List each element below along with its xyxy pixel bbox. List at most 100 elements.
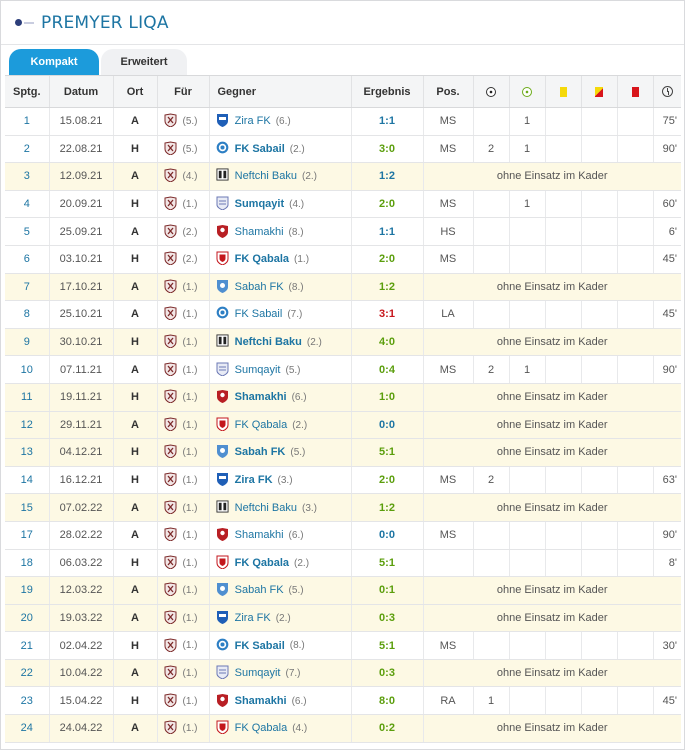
spieltag-cell[interactable]: 2 <box>5 135 49 164</box>
result-link[interactable]: 5:1 <box>379 557 395 569</box>
zira-crest-icon[interactable] <box>216 610 229 624</box>
col-fur[interactable]: Für <box>156 75 209 108</box>
spieltag-cell[interactable]: 13 <box>5 438 49 467</box>
qarabag-crest-icon[interactable] <box>164 444 177 459</box>
qarabag-crest-icon[interactable] <box>164 638 177 653</box>
qarabag-crest-icon[interactable] <box>164 527 177 542</box>
qabala-crest-icon[interactable] <box>216 555 229 570</box>
sumqayit-crest-icon[interactable] <box>216 196 229 211</box>
opponent-link[interactable]: FK Sabail <box>235 308 283 320</box>
qarabag-crest-icon[interactable] <box>164 555 177 570</box>
spieltag-cell[interactable]: 17 <box>5 521 49 550</box>
qarabag-crest-icon[interactable] <box>164 693 177 708</box>
spieltag-cell[interactable]: 22 <box>5 659 49 688</box>
spieltag-cell[interactable]: 8 <box>5 300 49 329</box>
qarabag-crest-icon[interactable] <box>164 334 177 349</box>
opponent-link[interactable]: Neftchi Baku <box>235 170 297 182</box>
spieltag-cell[interactable]: 15 <box>5 493 49 522</box>
shamakhi-crest-icon[interactable] <box>216 693 229 707</box>
qarabag-crest-icon[interactable] <box>164 196 177 211</box>
opponent-link[interactable]: Zira FK <box>235 474 273 486</box>
qarabag-crest-icon[interactable] <box>164 224 177 239</box>
result-link[interactable]: 3:0 <box>379 143 395 155</box>
qarabag-crest-icon[interactable] <box>164 362 177 377</box>
spieltag-cell[interactable]: 6 <box>5 245 49 274</box>
spieltag-cell[interactable]: 10 <box>5 355 49 384</box>
opponent-link[interactable]: Zira FK <box>235 612 271 624</box>
spieltag-cell[interactable]: 19 <box>5 576 49 605</box>
shamakhi-crest-icon[interactable] <box>216 224 229 238</box>
spieltag-cell[interactable]: 12 <box>5 411 49 440</box>
spieltag-cell[interactable]: 20 <box>5 604 49 633</box>
col-ort[interactable]: Ort <box>112 75 157 108</box>
qabala-crest-icon[interactable] <box>216 251 229 266</box>
result-link[interactable]: 0:2 <box>379 722 395 734</box>
spieltag-cell[interactable]: 1 <box>5 107 49 136</box>
result-link[interactable]: 5:1 <box>379 446 395 458</box>
result-link[interactable]: 0:4 <box>379 364 395 376</box>
qarabag-crest-icon[interactable] <box>164 472 177 487</box>
col-gelb[interactable] <box>544 75 581 108</box>
result-link[interactable]: 8:0 <box>379 695 395 707</box>
spieltag-cell[interactable]: 14 <box>5 466 49 495</box>
sabah-crest-icon[interactable] <box>216 582 229 597</box>
spieltag-cell[interactable]: 4 <box>5 190 49 219</box>
col-minuten[interactable] <box>652 75 681 108</box>
qarabag-crest-icon[interactable] <box>164 417 177 432</box>
spieltag-cell[interactable]: 5 <box>5 217 49 246</box>
result-link[interactable]: 1:2 <box>379 281 395 293</box>
col-gelbrot[interactable] <box>580 75 617 108</box>
sabah-crest-icon[interactable] <box>216 279 229 293</box>
spieltag-cell[interactable]: 9 <box>5 328 49 357</box>
result-link[interactable]: 2:0 <box>379 198 395 210</box>
opponent-link[interactable]: Neftchi Baku <box>235 502 297 514</box>
qarabag-crest-icon[interactable] <box>164 141 177 156</box>
qarabag-crest-icon[interactable] <box>164 582 177 597</box>
col-datum[interactable]: Datum <box>48 75 113 108</box>
opponent-link[interactable]: FK Qabala <box>235 419 288 431</box>
qarabag-crest-icon[interactable] <box>164 279 177 294</box>
result-link[interactable]: 0:3 <box>379 667 395 679</box>
opponent-link[interactable]: Sumqayit <box>235 198 285 210</box>
col-pos[interactable]: Pos. <box>422 75 473 108</box>
sumqayit-crest-icon[interactable] <box>216 665 229 680</box>
opponent-link[interactable]: Shamakhi <box>235 529 284 541</box>
spieltag-cell[interactable]: 21 <box>5 631 49 660</box>
result-link[interactable]: 0:0 <box>379 419 395 431</box>
opponent-link[interactable]: Shamakhi <box>235 391 287 403</box>
result-link[interactable]: 0:0 <box>379 529 395 541</box>
tab-kompakt[interactable]: Kompakt <box>9 49 99 75</box>
opponent-link[interactable]: Shamakhi <box>235 226 284 238</box>
qarabag-crest-icon[interactable] <box>164 665 177 680</box>
result-link[interactable]: 2:0 <box>379 253 395 265</box>
opponent-link[interactable]: Sumqayit <box>235 364 281 376</box>
col-tore[interactable] <box>472 75 509 108</box>
neftchi-crest-icon[interactable] <box>215 334 229 348</box>
qarabag-crest-icon[interactable] <box>164 389 177 404</box>
col-rot[interactable] <box>616 75 653 108</box>
tab-erweitert[interactable]: Erweitert <box>101 49 187 75</box>
sabail-crest-icon[interactable] <box>216 638 229 652</box>
result-link[interactable]: 0:3 <box>379 612 395 624</box>
sabah-crest-icon[interactable] <box>216 444 229 459</box>
result-link[interactable]: 1:1 <box>379 115 395 127</box>
opponent-link[interactable]: FK Sabail <box>235 639 285 651</box>
col-vorlagen[interactable] <box>508 75 545 108</box>
sumqayit-crest-icon[interactable] <box>216 362 229 377</box>
opponent-link[interactable]: FK Sabail <box>235 143 285 155</box>
col-gegner[interactable]: Gegner <box>208 75 351 108</box>
result-link[interactable]: 1:2 <box>379 170 395 182</box>
sabail-crest-icon[interactable] <box>216 141 229 155</box>
result-link[interactable]: 2:0 <box>379 474 395 486</box>
shamakhi-crest-icon[interactable] <box>216 527 229 542</box>
qarabag-crest-icon[interactable] <box>164 720 177 735</box>
opponent-link[interactable]: FK Qabala <box>235 722 288 734</box>
sabail-crest-icon[interactable] <box>216 306 229 320</box>
spieltag-cell[interactable]: 23 <box>5 686 49 716</box>
spieltag-cell[interactable]: 18 <box>5 549 49 578</box>
qabala-crest-icon[interactable] <box>216 720 229 735</box>
result-link[interactable]: 1:0 <box>379 391 395 403</box>
qarabag-crest-icon[interactable] <box>164 610 177 625</box>
opponent-link[interactable]: Zira FK <box>235 115 271 127</box>
qarabag-crest-icon[interactable] <box>164 306 177 321</box>
